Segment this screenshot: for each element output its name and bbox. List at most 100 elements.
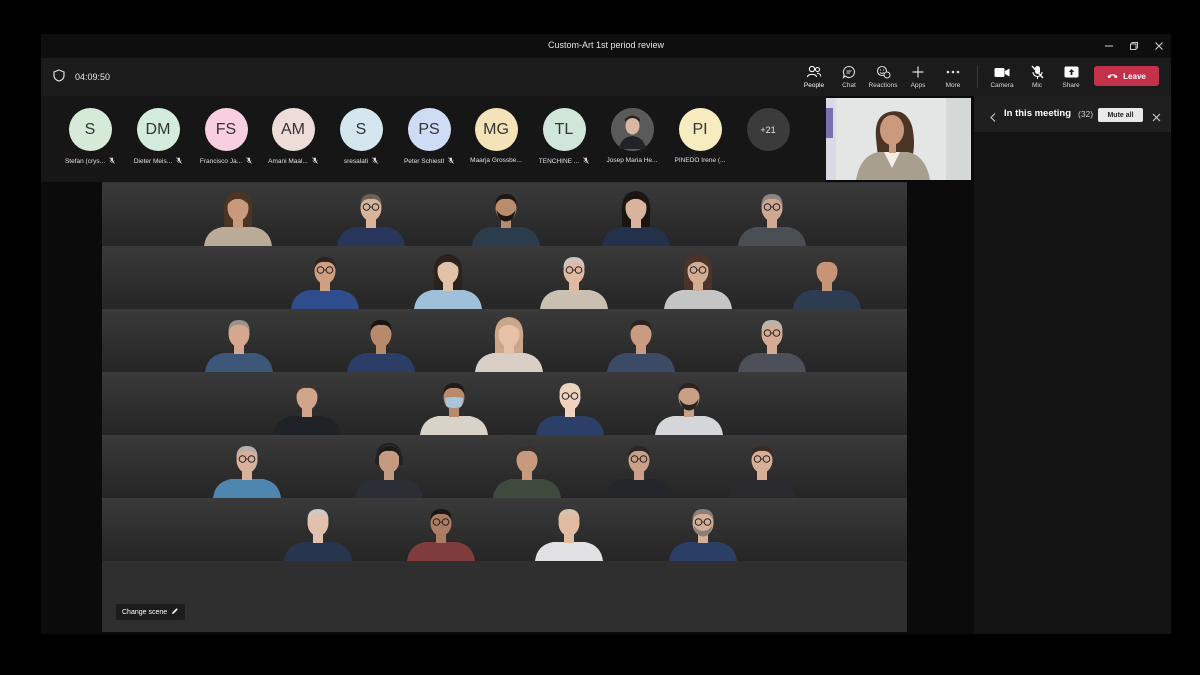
mute-all-button[interactable]: Mute all — [1098, 108, 1143, 122]
participant-video[interactable] — [649, 373, 729, 435]
participant-avatar[interactable]: S — [339, 108, 383, 151]
participant-name-row: sresalati — [344, 157, 378, 166]
participant-video[interactable] — [787, 247, 867, 309]
participant-name-row: Dieter Meis... — [134, 157, 182, 166]
more-icon — [946, 64, 960, 80]
change-scene-label: Change scene — [122, 608, 168, 616]
reactions-button[interactable]: Reactions — [866, 64, 900, 94]
participant-tile[interactable]: AM Amani Maal... — [260, 108, 326, 166]
participant-video[interactable] — [529, 499, 609, 561]
seat-row — [102, 498, 907, 561]
participant-video[interactable] — [663, 499, 743, 561]
share-label: Share — [1062, 82, 1080, 89]
meeting-timer: 04:09:50 — [75, 71, 111, 82]
apps-icon — [912, 64, 924, 80]
participant-video[interactable] — [599, 436, 679, 498]
chat-icon — [842, 64, 856, 80]
participant-video[interactable] — [722, 436, 802, 498]
participant-video[interactable] — [414, 373, 494, 435]
mic-muted-icon — [176, 157, 182, 166]
participant-video[interactable] — [732, 184, 812, 246]
seat-row — [102, 435, 907, 498]
reactions-icon — [876, 64, 891, 80]
chat-label: Chat — [842, 82, 856, 89]
participant-video[interactable] — [466, 184, 546, 246]
participant-tile[interactable]: FS Francisco Ja... — [193, 108, 259, 166]
mic-button[interactable]: Mic — [1020, 64, 1054, 94]
participant-avatar[interactable]: MG — [474, 108, 518, 151]
mic-label: Mic — [1031, 82, 1043, 89]
participant-video[interactable] — [408, 247, 488, 309]
participant-name: sresalati — [343, 158, 369, 165]
overflow-tile[interactable]: +21 — [735, 108, 801, 151]
participant-avatar[interactable]: FS — [204, 108, 248, 151]
participant-video[interactable] — [207, 436, 287, 498]
participant-avatar[interactable]: S — [68, 108, 112, 151]
close-icon[interactable] — [1151, 38, 1167, 54]
participant-video[interactable] — [278, 499, 358, 561]
participant-video[interactable] — [267, 373, 347, 435]
people-icon — [806, 64, 822, 80]
close-panel-icon[interactable] — [1152, 109, 1161, 127]
participant-video[interactable] — [331, 184, 411, 246]
participant-video[interactable] — [658, 247, 738, 309]
seat-row — [102, 372, 907, 435]
meeting-title: Custom-Art 1st period review — [547, 40, 665, 50]
chevron-left-icon[interactable] — [990, 109, 996, 127]
mic-muted-icon — [312, 157, 318, 166]
participant-tile[interactable]: S Stefan (crys... — [57, 108, 123, 166]
participant-video[interactable] — [285, 247, 365, 309]
participant-video[interactable] — [341, 310, 421, 372]
participant-video[interactable] — [732, 310, 812, 372]
panel-title: In this meeting — [1004, 108, 1072, 119]
participant-tile[interactable]: DM Dieter Meis... — [125, 108, 191, 166]
shield-icon[interactable] — [53, 69, 65, 84]
participant-name-row: Josep Maria He... — [607, 157, 658, 164]
participant-avatar[interactable]: PI — [678, 108, 722, 151]
participant-video[interactable] — [596, 184, 676, 246]
more-button[interactable]: More — [936, 64, 970, 94]
participant-avatar[interactable]: TL — [542, 108, 586, 151]
camera-icon — [994, 64, 1010, 80]
participant-name: Maarja Grossbe... — [470, 157, 522, 164]
participant-name: PINEDO Irene (... — [674, 157, 726, 164]
participant-tile[interactable]: TL TENCHINE ... — [531, 108, 597, 166]
restore-icon[interactable] — [1126, 38, 1142, 54]
participant-video[interactable] — [487, 436, 567, 498]
participant-video[interactable] — [601, 310, 681, 372]
participant-avatar[interactable]: PS — [407, 108, 451, 151]
participant-video[interactable] — [469, 310, 549, 372]
participant-name-row: Maarja Grossbe... — [470, 157, 522, 164]
participant-name: Peter Schiestl — [403, 158, 445, 165]
camera-label: Camera — [990, 82, 1014, 89]
chat-button[interactable]: Chat — [832, 64, 866, 94]
people-button[interactable]: People — [797, 64, 831, 98]
leave-button[interactable]: Leave — [1094, 66, 1159, 86]
camera-button[interactable]: Camera — [985, 64, 1019, 94]
apps-button[interactable]: Apps — [901, 64, 935, 94]
participant-name-row: Peter Schiestl — [404, 157, 454, 166]
title-bar: Custom-Art 1st period review — [41, 34, 1171, 58]
participant-video[interactable] — [534, 247, 614, 309]
self-view-video[interactable] — [826, 98, 971, 180]
participant-video[interactable] — [530, 373, 610, 435]
overflow-count-button[interactable]: +21 — [746, 108, 790, 151]
participant-name: Josep Maria He... — [606, 157, 658, 164]
participant-tile[interactable]: MG Maarja Grossbe... — [463, 108, 529, 164]
participant-name: Dieter Meis... — [133, 158, 173, 165]
participant-tile[interactable]: PI PINEDO Irene (... — [667, 108, 733, 164]
participant-photo[interactable] — [610, 108, 654, 151]
change-scene-button[interactable]: Change scene — [116, 604, 186, 620]
mic-muted-icon — [1031, 64, 1044, 80]
participant-video[interactable] — [349, 436, 429, 498]
participant-video[interactable] — [198, 184, 278, 246]
participant-video[interactable] — [401, 499, 481, 561]
participant-video[interactable] — [199, 310, 279, 372]
share-button[interactable]: Share — [1054, 64, 1088, 94]
participant-tile[interactable]: PS Peter Schiestl — [396, 108, 462, 166]
minimize-icon[interactable] — [1101, 38, 1117, 54]
participant-avatar[interactable]: DM — [136, 108, 180, 151]
participant-avatar[interactable]: AM — [271, 108, 315, 151]
participant-tile[interactable]: Ssresalati — [328, 108, 394, 166]
participant-tile[interactable]: Josep Maria He... — [599, 108, 665, 164]
